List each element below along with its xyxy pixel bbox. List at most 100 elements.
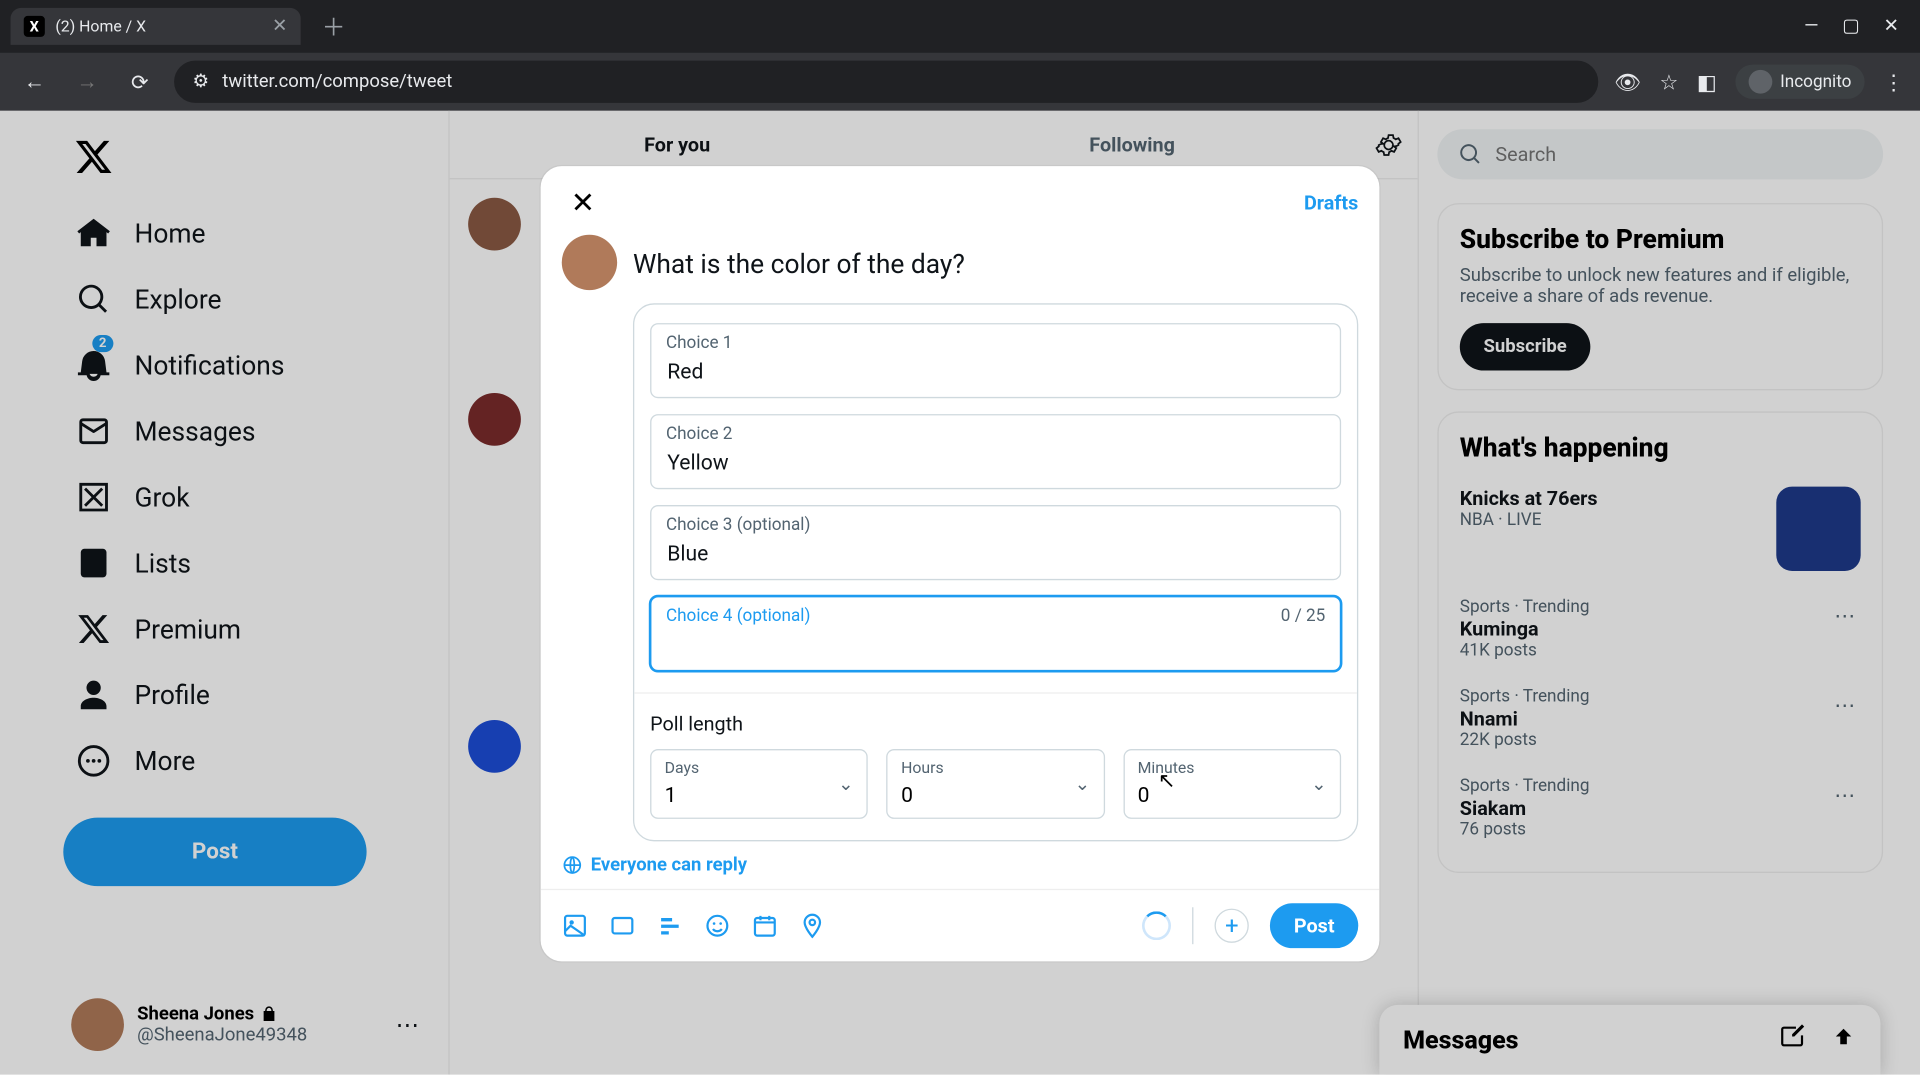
side-panel-icon[interactable]: ◧ — [1697, 69, 1717, 94]
divider — [1192, 907, 1193, 944]
url-text: twitter.com/compose/tweet — [222, 71, 452, 92]
trend-item[interactable]: Sports · Trending Kuminga 41K posts ⋯ — [1460, 584, 1861, 674]
globe-icon — [562, 855, 583, 876]
feed-avatar[interactable] — [468, 393, 521, 446]
tab-for-you[interactable]: For you — [450, 133, 905, 157]
lists-icon — [76, 546, 110, 580]
window-controls: — ▢ ✕ — [1804, 16, 1909, 37]
timeline-settings-icon[interactable] — [1360, 131, 1418, 157]
premium-title: Subscribe to Premium — [1460, 223, 1861, 255]
poll-choice-2-input[interactable] — [650, 414, 1341, 489]
mail-icon — [76, 414, 110, 448]
nav-lists[interactable]: Lists — [63, 530, 427, 596]
sidebar-post-button[interactable]: Post — [63, 818, 366, 887]
chevron-down-icon: ⌄ — [1075, 773, 1090, 794]
url-field[interactable]: ⚙ twitter.com/compose/tweet — [174, 61, 1598, 103]
media-icon[interactable] — [562, 913, 588, 939]
trend-item[interactable]: Knicks at 76ers NBA · LIVE — [1460, 473, 1861, 584]
kebab-menu-icon[interactable]: ⋮ — [1883, 69, 1904, 94]
maximize-button[interactable]: ▢ — [1842, 16, 1859, 37]
right-column: Subscribe to Premium Subscribe to unlock… — [1419, 111, 1920, 1075]
happening-panel: What's happening Knicks at 76ers NBA · L… — [1437, 411, 1883, 873]
nav-premium[interactable]: Premium — [63, 596, 427, 662]
tab-bar: X (2) Home / X ✕ ＋ — ▢ ✕ — [0, 0, 1920, 53]
expand-up-icon[interactable] — [1830, 1023, 1856, 1049]
trend-more-icon[interactable]: ⋯ — [1829, 777, 1861, 813]
compose-text[interactable]: What is the color of the day? — [633, 235, 1358, 304]
trend-more-icon[interactable]: ⋯ — [1829, 597, 1861, 633]
compose-modal: ✕ Drafts What is the color of the day? C… — [541, 166, 1380, 961]
nav-messages[interactable]: Messages — [63, 398, 427, 464]
chevron-down-icon: ⌄ — [1311, 773, 1326, 794]
close-window-button[interactable]: ✕ — [1883, 16, 1898, 37]
poll-minutes-select[interactable]: Minutes 0 ⌄ — [1123, 749, 1341, 819]
happening-title: What's happening — [1460, 431, 1861, 463]
tab-close-icon[interactable]: ✕ — [272, 16, 287, 37]
drafts-link[interactable]: Drafts — [1304, 191, 1358, 215]
account-more-icon[interactable]: ⋯ — [396, 1011, 420, 1039]
feed-avatar[interactable] — [468, 720, 521, 773]
browser-chrome: X (2) Home / X ✕ ＋ — ▢ ✕ ← → ⟳ ⚙ twitter… — [0, 0, 1920, 111]
poll-hours-select[interactable]: Hours 0 ⌄ — [887, 749, 1105, 819]
add-thread-button[interactable]: + — [1215, 909, 1249, 943]
char-counter: 0 / 25 — [1281, 607, 1325, 627]
trend-more-icon[interactable]: ⋯ — [1829, 687, 1861, 723]
post-button[interactable]: Post — [1270, 903, 1358, 948]
home-icon — [76, 216, 110, 250]
poll-choice-4: Choice 4 (optional) 0 / 25 — [650, 596, 1341, 671]
poll-choice-1-input[interactable] — [650, 323, 1341, 398]
handle: @SheenaJone49348 — [137, 1025, 307, 1046]
reload-button[interactable]: ⟳ — [121, 63, 158, 100]
location-icon[interactable] — [799, 913, 825, 939]
search-input[interactable] — [1495, 142, 1862, 166]
bookmark-star-icon[interactable]: ☆ — [1659, 69, 1678, 94]
poll-days-select[interactable]: Days 1 ⌄ — [650, 749, 868, 819]
bell-icon — [76, 348, 110, 382]
browser-tab[interactable]: X (2) Home / X ✕ — [11, 8, 301, 45]
gif-icon[interactable] — [609, 913, 635, 939]
tab-title: (2) Home / X — [55, 17, 146, 35]
x-logo-icon[interactable] — [74, 137, 114, 177]
poll-choice-2: Choice 2 — [650, 414, 1341, 489]
x-premium-icon — [76, 612, 110, 646]
feed-avatar[interactable] — [468, 198, 521, 251]
trend-thumbnail — [1776, 487, 1860, 571]
address-bar: ← → ⟳ ⚙ twitter.com/compose/tweet 👁 ☆ ◧ … — [0, 53, 1920, 111]
tab-following[interactable]: Following — [905, 133, 1360, 157]
nav-more[interactable]: More — [63, 728, 427, 794]
search-box[interactable] — [1437, 129, 1883, 179]
grok-icon — [76, 480, 110, 514]
nav-notifications[interactable]: 2 Notifications — [63, 332, 427, 398]
premium-panel: Subscribe to Premium Subscribe to unlock… — [1437, 203, 1883, 390]
incognito-icon — [1748, 70, 1772, 94]
display-name: Sheena Jones — [137, 1004, 307, 1025]
messages-dock[interactable]: Messages — [1379, 1005, 1880, 1075]
close-modal-button[interactable]: ✕ — [562, 182, 604, 224]
avatar — [71, 998, 124, 1051]
new-tab-button[interactable]: ＋ — [311, 4, 356, 49]
subscribe-button[interactable]: Subscribe — [1460, 323, 1591, 370]
nav-explore[interactable]: Explore — [63, 266, 427, 332]
incognito-badge[interactable]: Incognito — [1735, 65, 1864, 99]
trend-item[interactable]: Sports · Trending Siakam 76 posts ⋯ — [1460, 764, 1861, 854]
nav-home[interactable]: Home — [63, 200, 427, 266]
emoji-icon[interactable] — [704, 913, 730, 939]
account-switcher[interactable]: Sheena Jones @SheenaJone49348 ⋯ — [63, 985, 427, 1064]
site-settings-icon[interactable]: ⚙ — [193, 71, 210, 92]
chevron-down-icon: ⌄ — [838, 773, 853, 794]
new-message-icon[interactable] — [1779, 1023, 1805, 1049]
nav-profile[interactable]: Profile — [63, 662, 427, 728]
reply-setting[interactable]: Everyone can reply — [541, 855, 1380, 889]
forward-button[interactable]: → — [69, 63, 106, 100]
schedule-icon[interactable] — [752, 913, 778, 939]
trend-item[interactable]: Sports · Trending Nnami 22K posts ⋯ — [1460, 674, 1861, 764]
premium-body: Subscribe to unlock new features and if … — [1460, 265, 1861, 307]
poll-icon[interactable] — [657, 913, 683, 939]
profile-icon — [76, 678, 110, 712]
back-button[interactable]: ← — [16, 63, 53, 100]
nav-grok[interactable]: Grok — [63, 464, 427, 530]
compose-avatar — [562, 235, 617, 290]
eye-off-icon[interactable]: 👁 — [1614, 69, 1641, 94]
minimize-button[interactable]: — — [1804, 16, 1818, 37]
search-icon — [1458, 142, 1482, 166]
